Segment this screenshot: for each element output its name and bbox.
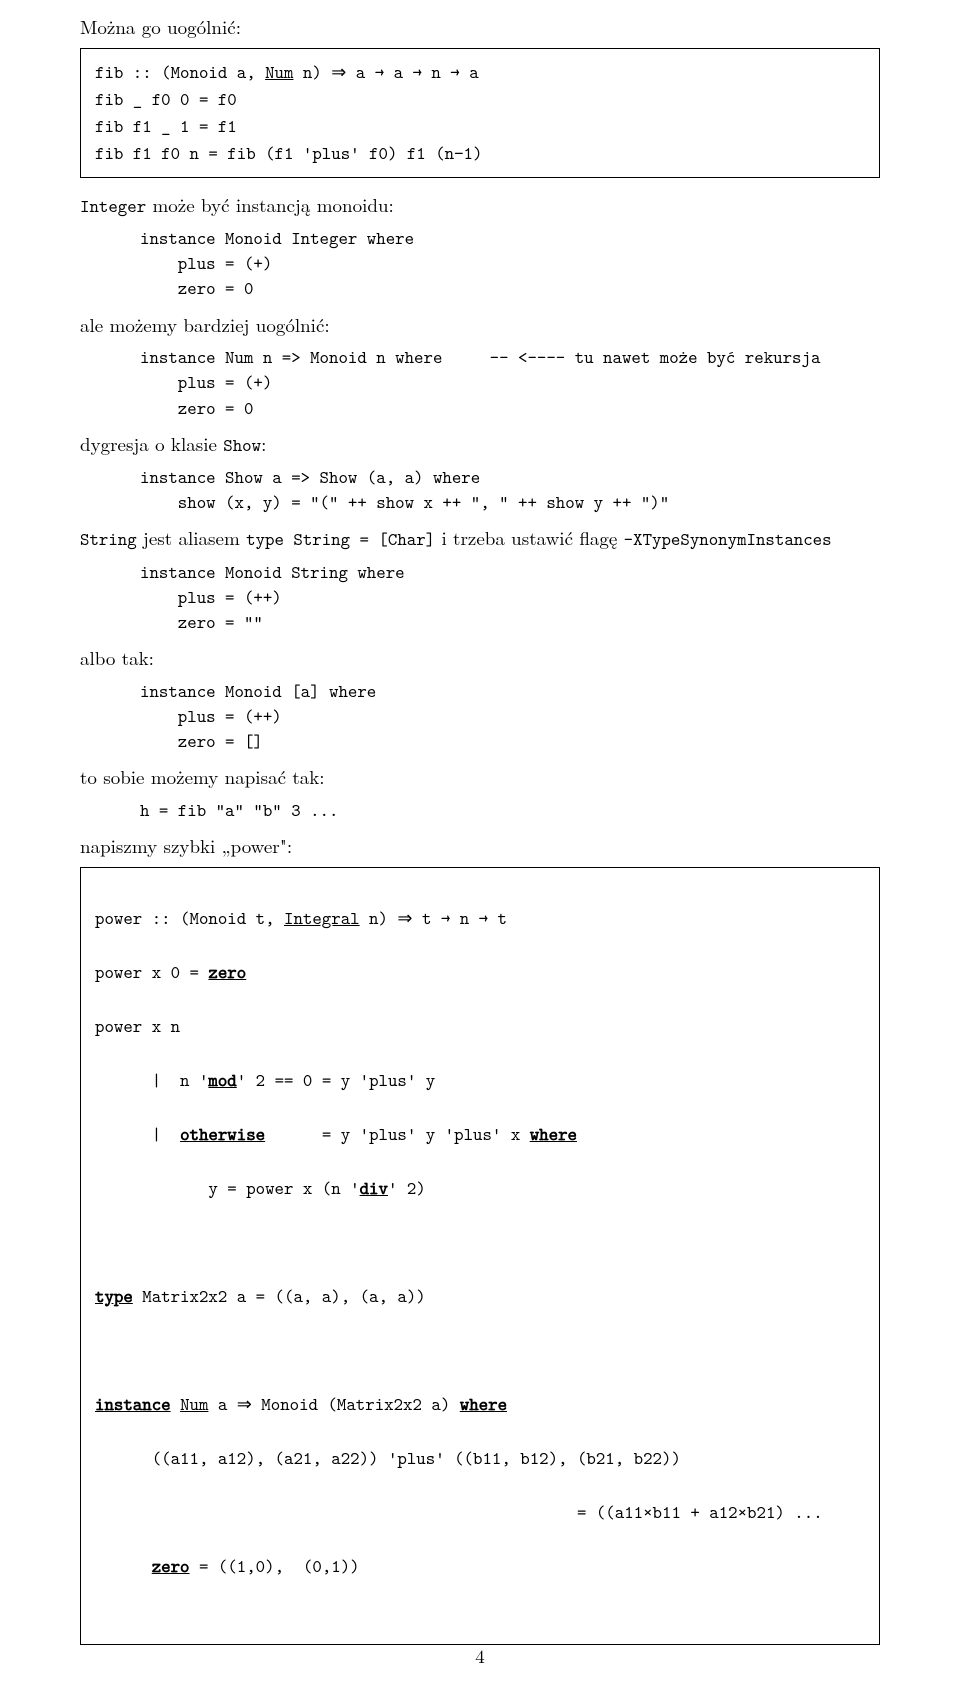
pw-l5d: where — [530, 1122, 577, 1146]
pw-l9: ((a11, a12), (a21, a22)) 'plus' ((b11, b… — [95, 1445, 865, 1472]
pw-l1c: n) ⇒ t → n → t — [360, 906, 507, 930]
pw-l6b: div — [360, 1176, 388, 1200]
pw-l4b: mod — [208, 1068, 236, 1092]
para-fast-power: napiszmy szybki „power": — [80, 833, 880, 859]
para-string-alias: String jest aliasem type String = [Char]… — [80, 525, 880, 551]
pw-l8e: where — [460, 1392, 507, 1416]
pw-l8b — [171, 1392, 180, 1416]
pw-l11a — [95, 1554, 152, 1578]
code-box-power: power :: (Monoid t, Integral n) ⇒ t → n … — [80, 867, 880, 1645]
pw-blank2 — [95, 1337, 865, 1364]
code-instance-list: instance Monoid [a] where plus = (++) ze… — [80, 679, 880, 755]
para-we-can-write: to sobie możemy napisać tak: — [80, 764, 880, 790]
pw-blank1 — [95, 1229, 865, 1256]
pw-l10: = ((a11×b11 + a12×b21) ... — [95, 1499, 865, 1526]
para-generalize: Można go uogólnić: — [80, 14, 880, 40]
fib-l4: fib f1 f0 n = fib (f1 'plus' f0) f1 (n−1… — [95, 140, 865, 167]
string-word: String — [80, 527, 137, 551]
p5b: jest aliasem — [137, 524, 246, 551]
fib-sig-c: n) ⇒ a → a → n → a — [293, 60, 478, 84]
pw-l3: power x n — [95, 1013, 865, 1040]
code-box-fib: fib :: (Monoid a, Num n) ⇒ a → a → n → a… — [80, 48, 880, 178]
pw-l2b: zero — [208, 960, 246, 984]
pw-l4c: ' 2 == 0 = y 'plus' y — [237, 1068, 435, 1092]
pw-l8c: Num — [180, 1392, 208, 1416]
pw-l6a: y = power x (n ' — [95, 1176, 360, 1200]
pw-l11b: zero — [152, 1554, 190, 1578]
code-instance-integer: instance Monoid Integer where plus = (+)… — [80, 226, 880, 302]
pw-l8d: a ⇒ Monoid (Matrix2x2 a) — [208, 1392, 459, 1416]
page-number: 4 — [0, 1642, 960, 1669]
p4c: : — [261, 430, 266, 457]
para-or-like: albo tak: — [80, 645, 880, 671]
pw-l5a: | — [95, 1122, 180, 1146]
type-string: type String = [Char] — [246, 527, 435, 551]
para-integer-instance: Integer może być instancją monoidu: — [80, 192, 880, 218]
pw-l4a: | n ' — [95, 1068, 208, 1092]
pw-l5c: = y 'plus' y 'plus' x — [265, 1122, 530, 1146]
code-instance-show: instance Show a => Show (a, a) where sho… — [80, 465, 880, 515]
code-h-fib: h = fib "a" "b" 3 ... — [80, 798, 880, 823]
para-show-digression: dygresja o klasie Show: — [80, 431, 880, 457]
flag-name: -XTypeSynonymInstances — [624, 527, 832, 551]
integer-word: Integer — [80, 194, 146, 218]
code-instance-string: instance Monoid String where plus = (++)… — [80, 560, 880, 636]
fib-sig-num: Num — [265, 60, 293, 84]
pw-l6c: ' 2) — [388, 1176, 426, 1200]
code-instance-num: instance Num n => Monoid n where -- <---… — [80, 345, 880, 421]
pw-l7b: Matrix2x2 a = ((a, a), (a, a)) — [133, 1284, 426, 1308]
pw-l1b: Integral — [284, 906, 360, 930]
pw-l1a: power :: (Monoid t, — [95, 906, 284, 930]
p2b: może być instancją monoidu: — [146, 191, 394, 218]
pw-l5b: otherwise — [180, 1122, 265, 1146]
p4a: dygresja o klasie — [80, 430, 223, 457]
p5d: i trzeba ustawić flagę — [435, 524, 624, 551]
pw-l8a: instance — [95, 1392, 171, 1416]
fib-sig-a: fib :: (Monoid a, — [95, 60, 265, 84]
pw-l7a: type — [95, 1284, 133, 1308]
fib-l2: fib _ f0 0 = f0 — [95, 86, 865, 113]
pw-l2a: power x 0 = — [95, 960, 208, 984]
pw-l11c: = ((1,0), (0,1)) — [190, 1554, 360, 1578]
fib-l3: fib f1 _ 1 = f1 — [95, 113, 865, 140]
show-word: Show — [223, 433, 261, 457]
para-more-general: ale możemy bardziej uogólnić: — [80, 312, 880, 338]
